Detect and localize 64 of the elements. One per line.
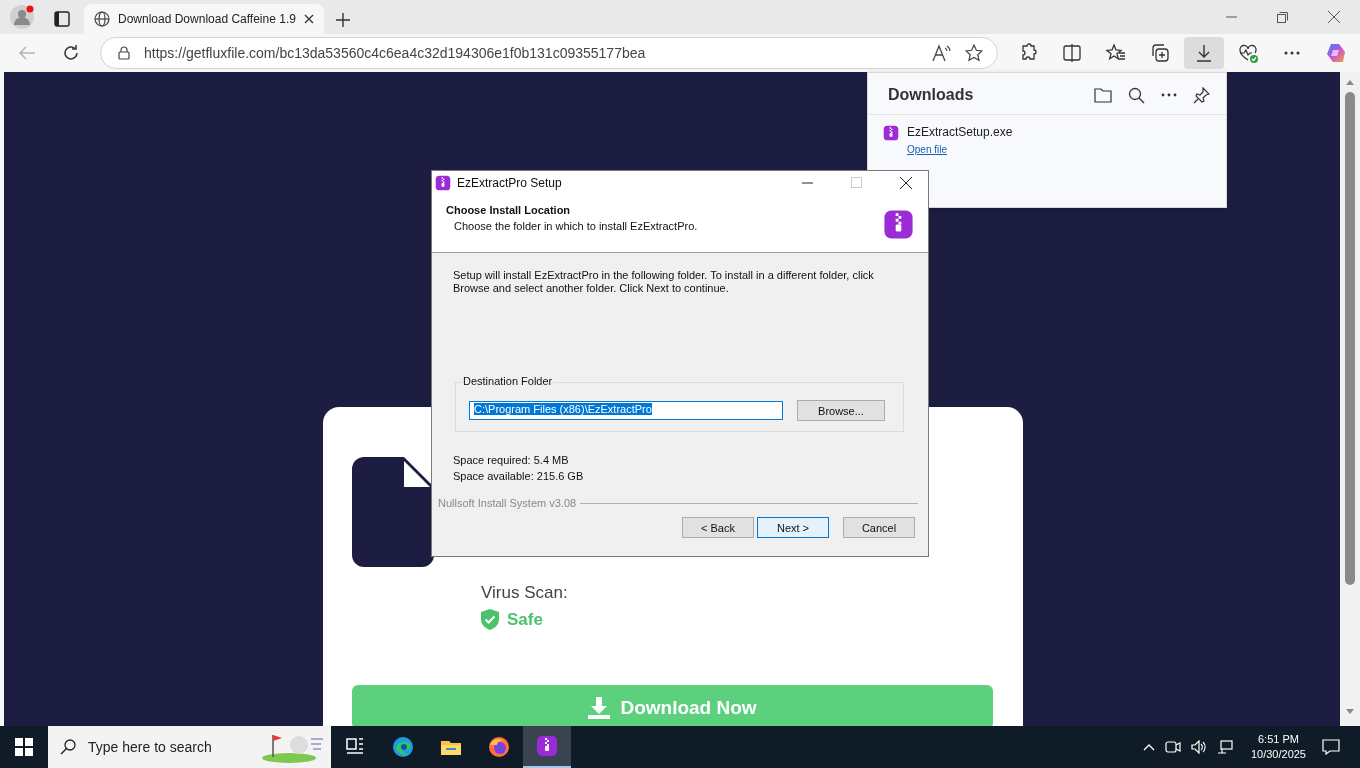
file-icon bbox=[352, 457, 434, 567]
more-icon[interactable] bbox=[1161, 93, 1177, 97]
collections-icon bbox=[1149, 42, 1171, 64]
installer-button[interactable] bbox=[523, 726, 571, 768]
new-tab-icon[interactable] bbox=[336, 13, 350, 27]
pin-icon[interactable] bbox=[1193, 86, 1210, 104]
installer-icon bbox=[435, 174, 451, 191]
virus-scan-label: Virus Scan: bbox=[481, 583, 569, 603]
download-button[interactable] bbox=[1184, 37, 1224, 69]
heart-pulse-icon bbox=[1237, 42, 1259, 64]
close-icon[interactable] bbox=[900, 176, 912, 189]
dialog-button[interactable]: < Back bbox=[682, 517, 754, 538]
speaker-icon[interactable] bbox=[1190, 740, 1207, 754]
installer-icon bbox=[883, 125, 899, 141]
download-icon bbox=[588, 697, 611, 719]
firefox-icon bbox=[488, 736, 510, 758]
space-available: Space available: 215.6 GB bbox=[453, 469, 585, 484]
branding-text: Nullsoft Install System v3.08 bbox=[438, 497, 577, 509]
minimize-icon[interactable] bbox=[802, 181, 813, 184]
open-file-link[interactable]: Open file bbox=[907, 144, 948, 155]
shield-check-icon bbox=[481, 609, 499, 630]
installer-icon bbox=[536, 735, 558, 757]
path-field[interactable]: C:\Program Files (x86)\EzExtractPro bbox=[469, 401, 783, 420]
more-icon bbox=[1284, 51, 1300, 55]
lock-icon[interactable] bbox=[118, 46, 130, 60]
download-file-name[interactable]: EzExtractSetup.exe bbox=[907, 125, 1013, 139]
close-icon[interactable] bbox=[1328, 11, 1340, 23]
downloads-title: Downloads bbox=[888, 86, 975, 104]
clock[interactable]: 6:51 PM 10/30/2025 bbox=[1250, 732, 1306, 762]
network-icon[interactable] bbox=[1216, 740, 1233, 754]
read-aloud-icon[interactable] bbox=[931, 44, 951, 62]
space-required: Space required: 5.4 MB bbox=[453, 453, 570, 468]
dialog-button[interactable]: Cancel bbox=[843, 517, 915, 538]
restore-icon[interactable] bbox=[1277, 11, 1288, 23]
windows-start-icon[interactable] bbox=[15, 738, 33, 756]
dialog-heading: Choose Install Location bbox=[446, 204, 572, 216]
dialog-subheading: Choose the folder in which to install EzExtractPro. bbox=[454, 220, 699, 232]
url-text: https://getfluxfile.com/bc13da53560c4c6ea4c32d194306e1f0b131c09355177bea bbox=[144, 45, 647, 61]
camera-icon[interactable] bbox=[1164, 740, 1181, 754]
split-screen-icon bbox=[1061, 42, 1083, 64]
dialog-button[interactable]: Next > bbox=[757, 517, 829, 538]
refresh-icon[interactable] bbox=[62, 44, 80, 62]
close-icon[interactable] bbox=[304, 14, 314, 24]
copilot-icon bbox=[1325, 42, 1347, 64]
search-icon bbox=[60, 739, 76, 755]
dialog-title: EzExtractPro Setup bbox=[457, 175, 563, 190]
app-logo-icon bbox=[883, 209, 914, 240]
globe-icon bbox=[94, 11, 110, 27]
group-label: Destination Folder bbox=[462, 375, 554, 387]
browse-button[interactable]: Browse... bbox=[797, 400, 885, 421]
folder-icon[interactable] bbox=[1094, 87, 1112, 103]
edge-icon bbox=[392, 736, 414, 758]
browser-tab[interactable]: Download Download Caffeine 1.9 bbox=[84, 4, 324, 34]
intro-text: Setup will install EzExtractPro in the following folder. To install in a different folder, click Browse and select another folder. Click Next to continue. bbox=[453, 269, 875, 295]
chevron-up-icon[interactable] bbox=[1142, 743, 1155, 751]
address-bar[interactable]: https://getfluxfile.com/bc13da53560c4c6ea4c32d194306e1f0b131c09355177bea bbox=[100, 37, 998, 69]
maximize-icon bbox=[851, 177, 862, 188]
search-icon[interactable] bbox=[1128, 86, 1145, 104]
favorite-star-icon[interactable] bbox=[965, 44, 983, 62]
scan-status: Safe bbox=[507, 609, 543, 630]
search-field[interactable]: Type here to search bbox=[48, 726, 331, 768]
tab-actions-icon[interactable] bbox=[54, 11, 70, 27]
notification-icon[interactable] bbox=[1322, 739, 1340, 755]
profile-avatar[interactable] bbox=[10, 5, 34, 29]
